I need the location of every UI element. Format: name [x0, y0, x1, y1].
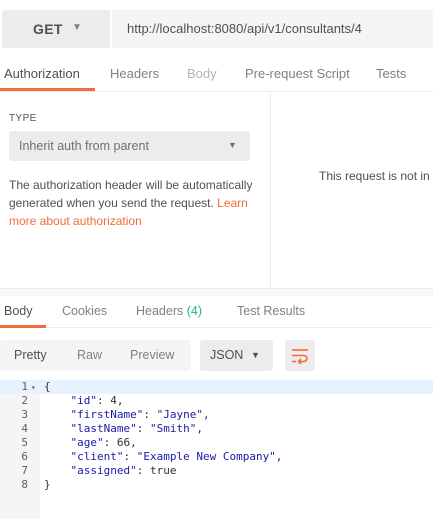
code-text: }: [44, 478, 51, 491]
code-line: 6 "client": "Example New Company",: [0, 450, 433, 464]
active-response-tab-indicator: [0, 325, 46, 328]
auth-type-value: Inherit auth from parent: [19, 139, 149, 153]
format-select[interactable]: JSON ▼: [200, 340, 273, 371]
headers-count-badge: (4): [186, 304, 203, 318]
chevron-down-icon: ▼: [251, 350, 260, 360]
code-line: 3 "firstName": "Jayne",: [0, 408, 433, 422]
chevron-down-icon: ▼: [72, 22, 82, 33]
line-number: 7: [21, 464, 28, 477]
code-line: 2 "id": 4,: [0, 394, 433, 408]
tab-tests[interactable]: Tests: [376, 66, 406, 81]
line-number: 6: [21, 450, 28, 463]
auth-description-text: The authorization header will be automat…: [9, 178, 253, 210]
tab-response-headers[interactable]: Headers (4): [136, 304, 202, 318]
tab-pre-request-script[interactable]: Pre-request Script: [245, 66, 350, 81]
auth-description: The authorization header will be automat…: [9, 176, 259, 230]
tab-response-body[interactable]: Body: [4, 304, 33, 318]
line-number: 3: [21, 408, 28, 421]
preview-button[interactable]: Preview: [130, 348, 174, 362]
method-select[interactable]: GET ▼: [2, 10, 110, 48]
line-number: 8: [21, 478, 28, 491]
json-key: "client": [70, 450, 124, 463]
method-label: GET: [33, 21, 63, 37]
tab-cookies[interactable]: Cookies: [62, 304, 107, 318]
tab-headers[interactable]: Headers: [110, 66, 159, 81]
code-line: 4 "lastName": "Smith",: [0, 422, 433, 436]
json-value: "Jayne",: [156, 408, 210, 421]
code-text: "age": 66,: [70, 436, 137, 449]
active-tab-indicator: [0, 88, 95, 91]
request-tabs: Authorization Headers Body Pre-request S…: [0, 58, 433, 92]
json-value: 4,: [110, 394, 124, 407]
tab-body[interactable]: Body: [187, 66, 217, 81]
wrap-lines-icon: [292, 349, 308, 364]
line-number: 5: [21, 436, 28, 449]
tab-test-results[interactable]: Test Results: [237, 304, 305, 318]
code-text: "assigned": true: [70, 464, 177, 477]
wrap-lines-button[interactable]: [285, 340, 315, 371]
fold-toggle-icon[interactable]: ▾: [31, 381, 36, 395]
code-line: 7 "assigned": true: [0, 464, 433, 478]
json-key: "lastName": [70, 422, 137, 435]
code-text: "id": 4,: [70, 394, 124, 407]
json-value: "Smith",: [149, 422, 203, 435]
response-tabs: Body Cookies Headers (4) Test Results: [0, 296, 433, 328]
json-key: "assigned": [70, 464, 137, 477]
auth-info-message: This request is not in: [319, 169, 430, 183]
type-label: TYPE: [9, 113, 37, 124]
code-text: "lastName": "Smith",: [70, 422, 203, 435]
json-value: 66,: [116, 436, 137, 449]
format-value: JSON: [210, 348, 244, 362]
json-key: "id": [70, 394, 98, 407]
pretty-button[interactable]: Pretty: [14, 348, 47, 362]
json-value: true: [149, 464, 177, 477]
request-bar: GET ▼ http://localhost:8080/api/v1/consu…: [0, 0, 433, 58]
code-text: {: [44, 380, 51, 393]
json-key: "age": [70, 436, 104, 449]
code-line: 1 ▾ {: [0, 380, 433, 394]
chevron-down-icon: ▼: [228, 140, 237, 150]
url-input[interactable]: http://localhost:8080/api/v1/consultants…: [112, 10, 433, 48]
code-text: "client": "Example New Company",: [70, 450, 283, 463]
response-headers-label: Headers: [136, 304, 184, 318]
json-key: "firstName": [70, 408, 144, 421]
line-number: 2: [21, 394, 28, 407]
line-number: 4: [21, 422, 28, 435]
section-divider: [0, 288, 433, 296]
auth-type-select[interactable]: Inherit auth from parent ▼: [9, 131, 250, 161]
url-text: http://localhost:8080/api/v1/consultants…: [127, 21, 362, 36]
response-body-viewer[interactable]: 1 ▾ { 2 "id": 4, 3 "firstName": "Jayne",…: [0, 380, 433, 519]
tab-authorization[interactable]: Authorization: [4, 66, 80, 81]
json-value: "Example New Company",: [136, 450, 283, 463]
code-line: 8 }: [0, 478, 433, 492]
raw-button[interactable]: Raw: [77, 348, 102, 362]
code-line: 5 "age": 66,: [0, 436, 433, 450]
code-text: "firstName": "Jayne",: [70, 408, 210, 421]
line-number: 1: [21, 380, 28, 393]
